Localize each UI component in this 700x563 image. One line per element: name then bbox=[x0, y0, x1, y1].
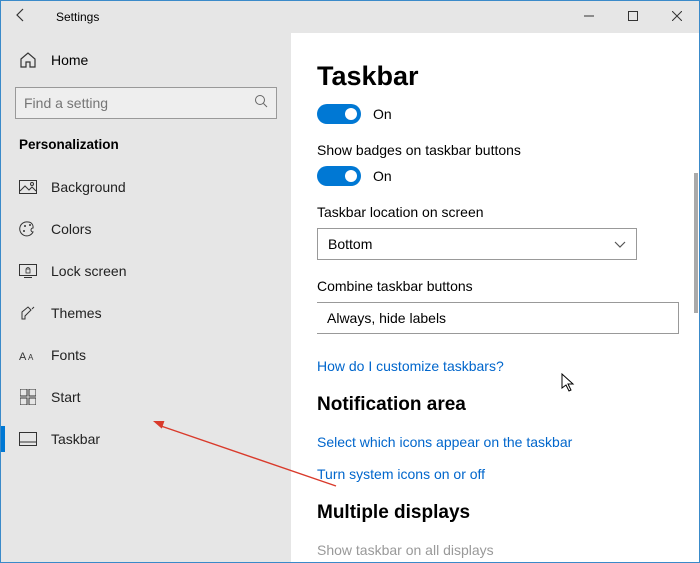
nav-taskbar[interactable]: Taskbar bbox=[1, 418, 291, 460]
app-body: Home Personalization Background Colors L… bbox=[1, 33, 699, 562]
nav-start[interactable]: Start bbox=[1, 376, 291, 418]
picture-icon bbox=[19, 178, 37, 196]
nav-label: Colors bbox=[51, 221, 91, 237]
search-icon bbox=[254, 94, 268, 113]
system-icons-link[interactable]: Turn system icons on or off bbox=[317, 466, 679, 482]
multiple-displays-heading: Multiple displays bbox=[317, 502, 679, 524]
nav-label: Taskbar bbox=[51, 431, 100, 447]
palette-icon bbox=[19, 220, 37, 238]
nav-lock-screen[interactable]: Lock screen bbox=[1, 250, 291, 292]
badges-toggle-row: On bbox=[317, 166, 679, 186]
badges-label: Show badges on taskbar buttons bbox=[317, 142, 679, 158]
minimize-button[interactable] bbox=[567, 1, 611, 31]
taskbar-icon bbox=[19, 430, 37, 448]
content-pane: Taskbar On Show badges on taskbar button… bbox=[291, 33, 699, 562]
nav-label: Background bbox=[51, 179, 126, 195]
chevron-down-icon bbox=[614, 236, 626, 252]
start-icon bbox=[19, 388, 37, 406]
combine-value: Always, hide labels bbox=[327, 310, 446, 326]
location-label: Taskbar location on screen bbox=[317, 204, 679, 220]
main-toggle-state: On bbox=[373, 106, 392, 122]
maximize-button[interactable] bbox=[611, 1, 655, 31]
close-button[interactable] bbox=[655, 1, 699, 31]
fonts-icon: AA bbox=[19, 346, 37, 364]
window-controls bbox=[567, 1, 699, 31]
nav-label: Themes bbox=[51, 305, 102, 321]
scrollbar[interactable] bbox=[694, 173, 698, 313]
location-dropdown[interactable]: Bottom bbox=[317, 228, 637, 260]
window-title: Settings bbox=[41, 10, 99, 24]
combine-dropdown[interactable]: Always, hide labels bbox=[317, 302, 679, 334]
nav-colors[interactable]: Colors bbox=[1, 208, 291, 250]
multi-faded-label: Show taskbar on all displays bbox=[317, 542, 679, 558]
nav-themes[interactable]: Themes bbox=[1, 292, 291, 334]
main-toggle[interactable] bbox=[317, 104, 361, 124]
back-button[interactable] bbox=[1, 7, 41, 28]
search-box[interactable] bbox=[15, 87, 277, 119]
combine-label: Combine taskbar buttons bbox=[317, 278, 679, 294]
svg-text:A: A bbox=[19, 351, 27, 362]
badges-toggle-state: On bbox=[373, 168, 392, 184]
badges-toggle[interactable] bbox=[317, 166, 361, 186]
page-title: Taskbar bbox=[317, 61, 679, 92]
themes-icon bbox=[19, 304, 37, 322]
nav-fonts[interactable]: AA Fonts bbox=[1, 334, 291, 376]
select-icons-link[interactable]: Select which icons appear on the taskbar bbox=[317, 434, 679, 450]
home-label: Home bbox=[51, 52, 88, 68]
lock-screen-icon bbox=[19, 262, 37, 280]
main-toggle-row: On bbox=[317, 104, 679, 124]
home-button[interactable]: Home bbox=[1, 41, 291, 79]
sidebar: Home Personalization Background Colors L… bbox=[1, 33, 291, 562]
nav-label: Start bbox=[51, 389, 81, 405]
nav-background[interactable]: Background bbox=[1, 166, 291, 208]
home-icon bbox=[19, 51, 37, 69]
help-link[interactable]: How do I customize taskbars? bbox=[317, 358, 679, 374]
search-input[interactable] bbox=[24, 95, 254, 111]
titlebar: Settings bbox=[1, 1, 699, 33]
notification-heading: Notification area bbox=[317, 394, 679, 416]
section-label: Personalization bbox=[1, 137, 291, 166]
nav-label: Fonts bbox=[51, 347, 86, 363]
content-scroll[interactable]: Taskbar On Show badges on taskbar button… bbox=[317, 61, 699, 562]
location-value: Bottom bbox=[328, 236, 372, 252]
nav-label: Lock screen bbox=[51, 263, 126, 279]
svg-text:A: A bbox=[28, 353, 34, 362]
